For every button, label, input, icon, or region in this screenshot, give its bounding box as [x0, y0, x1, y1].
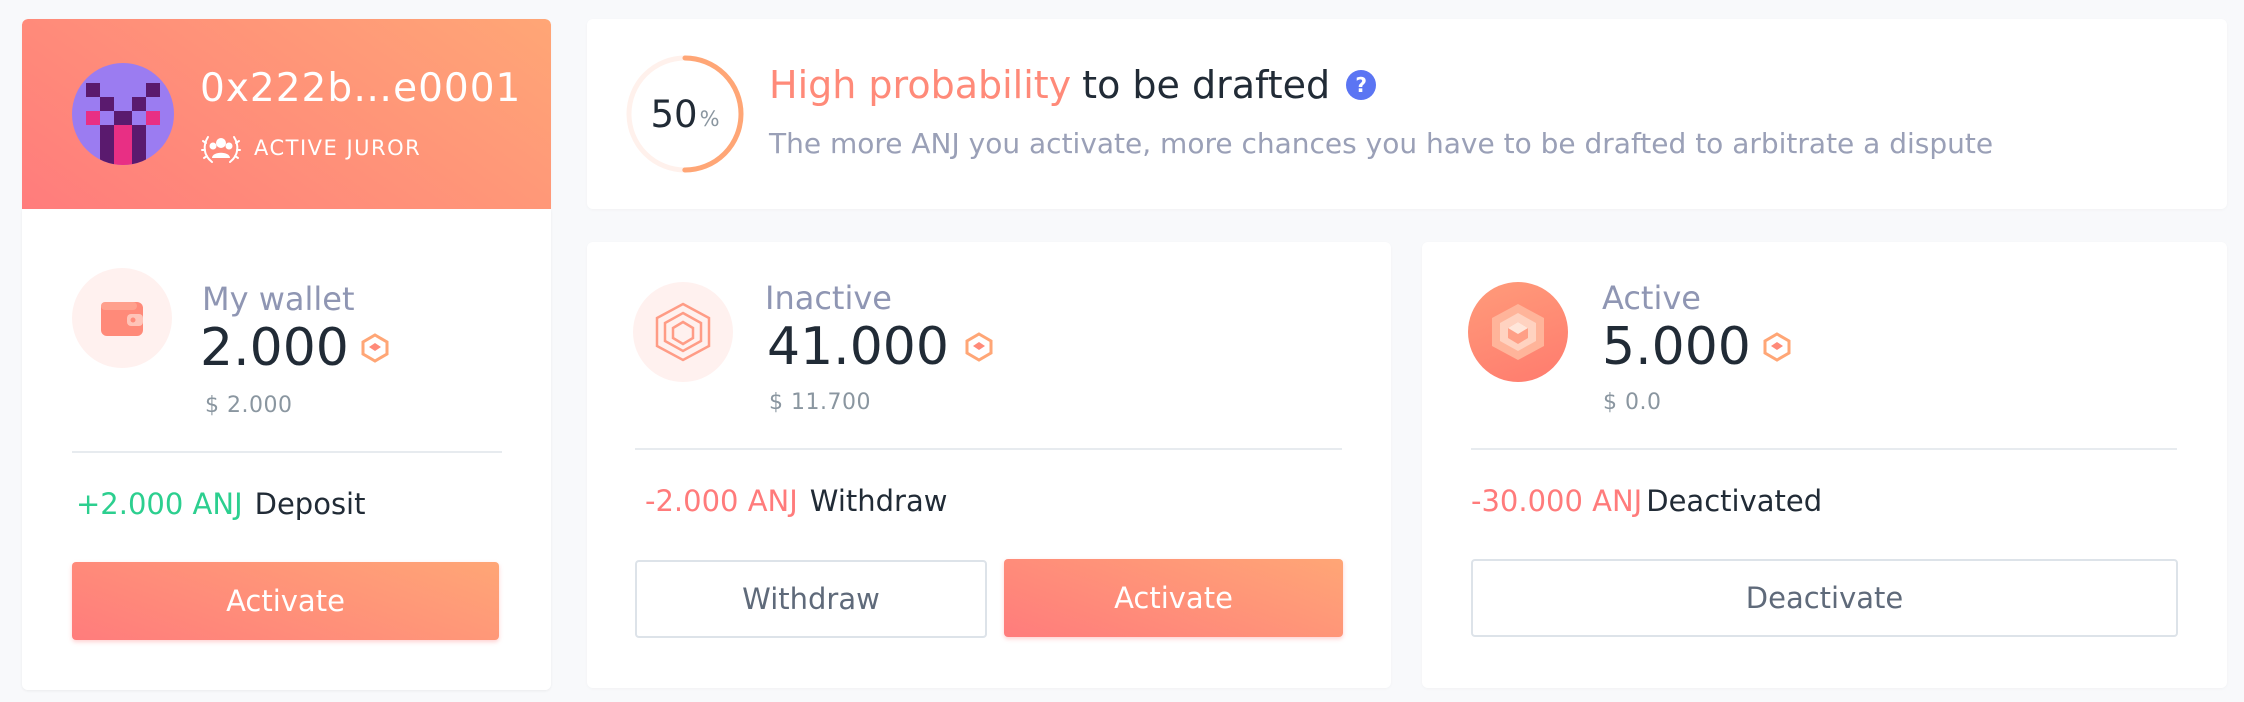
inactive-amount-value: 41.000: [767, 317, 949, 377]
wallet-change-row: +2.000 ANJ Deposit: [76, 487, 366, 521]
juror-role: ACTIVE JUROR: [200, 127, 421, 169]
wallet-label: My wallet: [202, 280, 355, 318]
deactivate-button[interactable]: Deactivate: [1471, 559, 2178, 637]
active-divider: [1471, 448, 2177, 450]
inactive-usd: $ 11.700: [769, 390, 871, 415]
inactive-divider: [635, 448, 1342, 450]
help-icon[interactable]: ?: [1346, 70, 1377, 100]
anj-token-icon: [1763, 332, 1791, 362]
inactive-change-desc: Withdraw: [809, 484, 948, 518]
anj-token-icon: [361, 333, 389, 363]
profile-header: 0x222b…e0001 ACTIVE JUROR: [22, 19, 551, 209]
probability-description: The more ANJ you activate, more chances …: [769, 127, 1994, 160]
wallet-icon: [72, 268, 172, 368]
inactive-change-amount: -2.000 ANJ: [645, 484, 798, 518]
wallet-change-amount: +2.000 ANJ: [76, 487, 243, 521]
wallet-usd: $ 2.000: [205, 393, 293, 418]
inactive-activate-button[interactable]: Activate: [1004, 559, 1343, 637]
probability-title-rest: to be drafted: [1082, 63, 1331, 107]
probability-percent-sign: %: [699, 107, 720, 131]
active-change-row: -30.000 ANJ Deactivated: [1471, 484, 1822, 518]
active-anj-icon: [1468, 282, 1568, 382]
inactive-anj-icon: [633, 282, 733, 382]
active-label: Active: [1602, 279, 1701, 317]
active-amount-value: 5.000: [1602, 317, 1751, 377]
wallet-amount: 2.000: [200, 318, 389, 378]
wallet-divider: [72, 451, 502, 453]
draft-probability-banner: 50 % High probability to be drafted ? Th…: [587, 19, 2227, 209]
probability-title: High probability to be drafted ?: [769, 63, 1377, 107]
active-change-desc: Deactivated: [1646, 484, 1823, 518]
wallet-balance-card: My wallet 2.000 $ 2.000 +2.000 ANJ Depos…: [22, 210, 551, 690]
wallet-activate-button[interactable]: Activate: [72, 562, 499, 640]
wallet-change-desc: Deposit: [254, 487, 366, 521]
active-change-amount: -30.000 ANJ: [1471, 484, 1643, 518]
inactive-balance-card: Inactive 41.000 $ 11.700 -2.000 ANJ With…: [587, 242, 1391, 688]
inactive-amount: 41.000: [767, 317, 993, 377]
probability-percent: 50 %: [624, 53, 746, 175]
inactive-change-row: -2.000 ANJ Withdraw: [645, 484, 947, 518]
juror-address: 0x222b…e0001: [200, 66, 522, 111]
probability-percent-value: 50: [650, 92, 698, 136]
active-usd: $ 0.0: [1603, 390, 1662, 415]
withdraw-button[interactable]: Withdraw: [635, 560, 987, 638]
wallet-amount-value: 2.000: [200, 318, 349, 378]
inactive-label: Inactive: [765, 279, 892, 317]
anj-token-icon: [965, 332, 993, 362]
probability-title-accent: High probability: [769, 63, 1072, 107]
juror-laurel-icon: [200, 127, 242, 169]
active-balance-card: Active 5.000 $ 0.0 -30.000 ANJ Deactivat…: [1422, 242, 2227, 688]
active-amount: 5.000: [1602, 317, 1791, 377]
juror-role-label: ACTIVE JUROR: [254, 136, 422, 160]
identicon-avatar: [72, 63, 174, 165]
